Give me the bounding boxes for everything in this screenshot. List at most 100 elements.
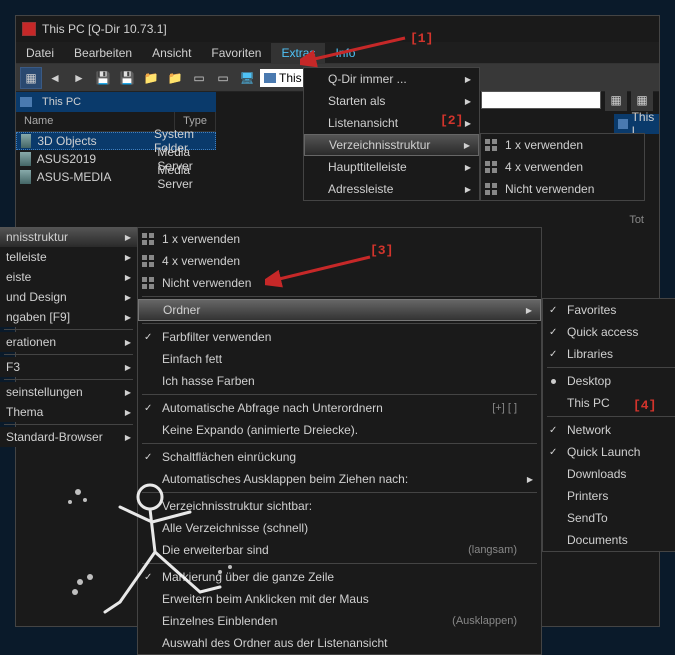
menu-erweitern-klick[interactable]: Erweitern beim Anklicken mit der Maus [138, 588, 541, 610]
chevron-right-icon: ▶ [125, 408, 131, 417]
menu-separator [4, 329, 133, 330]
menu-alle-verz[interactable]: Alle Verzeichnisse (schnell) [138, 517, 541, 539]
menu-nicht-verwenden[interactable]: Nicht verwenden [481, 178, 644, 200]
chevron-right-icon: ▶ [125, 313, 131, 322]
ls-erationen[interactable]: erationen▶ [0, 332, 137, 352]
annotation-3: [3] [370, 243, 393, 258]
radio-icon [551, 379, 556, 384]
ls-eiste[interactable]: eiste▶ [0, 267, 137, 287]
menu-ansicht[interactable]: Ansicht [142, 43, 201, 63]
tab-this-pc[interactable]: This PC [36, 94, 87, 110]
menu-adressleiste[interactable]: Adressleiste▶ [304, 178, 479, 200]
chevron-right-icon: ▶ [527, 475, 533, 484]
ls-nnisstruktur[interactable]: nnisstruktur▶ [0, 227, 137, 247]
object-icon [21, 134, 31, 148]
menu-separator [4, 354, 133, 355]
menu-verzeichnisstruktur[interactable]: Verzeichnisstruktur▶ [304, 134, 479, 156]
menu-datei[interactable]: Datei [16, 43, 64, 63]
menu-quick-launch[interactable]: ✓Quick Launch [543, 441, 675, 463]
check-icon: ✓ [144, 452, 152, 463]
menu-printers[interactable]: Printers [543, 485, 675, 507]
monitor-button[interactable]: 🖥 [236, 67, 258, 89]
menu-favorites[interactable]: ✓Favorites [543, 299, 675, 321]
menu-einzelnes[interactable]: Einzelnes Einblenden(Ausklappen) [138, 610, 541, 632]
verzeichnis-submenu: 1 x verwenden 4 x verwenden Nicht verwen… [480, 133, 645, 201]
menu-1x-verwenden-2[interactable]: 1 x verwenden [138, 228, 541, 250]
menu-desktop[interactable]: Desktop [543, 370, 675, 392]
folder2-button[interactable]: 📁 [164, 67, 186, 89]
arrow-3 [265, 252, 375, 292]
server-icon [20, 170, 31, 184]
annotation-1: [1] [410, 31, 433, 46]
disk2-button[interactable]: 💾 [116, 67, 138, 89]
chevron-right-icon: ▶ [125, 433, 131, 442]
menu-keine-expando[interactable]: Keine Expando (animierte Dreiecke). [138, 419, 541, 441]
folder-button[interactable]: 📁 [140, 67, 162, 89]
app2-button[interactable]: ▭ [212, 67, 234, 89]
combo-box[interactable] [481, 91, 601, 109]
menu-ordner[interactable]: Ordner▶ [138, 299, 541, 321]
menu-separator [4, 379, 133, 380]
grid-icon [142, 277, 154, 289]
menu-favoriten[interactable]: Favoriten [201, 43, 271, 63]
chevron-right-icon: ▶ [526, 306, 532, 315]
menu-farbfilter[interactable]: ✓Farbfilter verwenden [138, 326, 541, 348]
disk-button[interactable]: 💾 [92, 67, 114, 89]
menu-1x-verwenden[interactable]: 1 x verwenden [481, 134, 644, 156]
menu-separator [547, 367, 675, 368]
chevron-right-icon: ▶ [465, 75, 471, 84]
chevron-right-icon: ▶ [464, 141, 470, 150]
layout-button[interactable]: ▦ [20, 67, 42, 89]
pc-icon [264, 73, 276, 83]
window-title: This PC [Q-Dir 10.73.1] [42, 22, 167, 36]
menu-haupttitelleiste[interactable]: Haupttitelleiste▶ [304, 156, 479, 178]
menu-auto-abfrage[interactable]: ✓Automatische Abfrage nach Unterordnern[… [138, 397, 541, 419]
menu-network[interactable]: ✓Network [543, 419, 675, 441]
menu-libraries[interactable]: ✓Libraries [543, 343, 675, 365]
app-icon [22, 22, 36, 36]
r-btn-2[interactable]: ▦ [631, 89, 653, 111]
tab-pc-icon [20, 97, 32, 107]
menu-auswahl-ordner[interactable]: Auswahl des Ordner aus der Listenansicht [138, 632, 541, 654]
menu-documents[interactable]: Documents [543, 529, 675, 551]
col-name[interactable]: Name [16, 112, 175, 131]
ls-seinstellungen[interactable]: seinstellungen▶ [0, 382, 137, 402]
menu-separator [142, 394, 537, 395]
app-button[interactable]: ▭ [188, 67, 210, 89]
menu-downloads[interactable]: Downloads [543, 463, 675, 485]
grid-icon [142, 255, 154, 267]
menu-sendto[interactable]: SendTo [543, 507, 675, 529]
tab-strip-left: This PC [16, 92, 216, 112]
back-button[interactable]: ◄ [44, 67, 66, 89]
menu-bearbeiten[interactable]: Bearbeiten [64, 43, 142, 63]
menu-quick-access[interactable]: ✓Quick access [543, 321, 675, 343]
check-icon: ✓ [549, 425, 557, 436]
menu-markierung[interactable]: ✓Markierung über die ganze Zeile [138, 566, 541, 588]
ls-f3[interactable]: F3▶ [0, 357, 137, 377]
chevron-right-icon: ▶ [465, 119, 471, 128]
menu-starten-als[interactable]: Starten als▶ [304, 90, 479, 112]
grid-icon [485, 161, 497, 173]
file-row[interactable]: ASUS-MEDIA Media Server [16, 168, 216, 186]
menu-schaltflachen[interactable]: ✓Schaltflächen einrückung [138, 446, 541, 468]
tab-pc-icon [618, 119, 628, 129]
menu-4x-verwenden[interactable]: 4 x verwenden [481, 156, 644, 178]
server-icon [20, 152, 31, 166]
ls-browser[interactable]: Standard-Browser▶ [0, 427, 137, 447]
menu-separator [4, 424, 133, 425]
menu-separator [142, 492, 537, 493]
menu-qdir-immer[interactable]: Q-Dir immer ...▶ [304, 68, 479, 90]
ls-design[interactable]: und Design▶ [0, 287, 137, 307]
ls-thema[interactable]: Thema▶ [0, 402, 137, 422]
fwd-button[interactable]: ► [68, 67, 90, 89]
menu-auto-ausklappen[interactable]: Automatisches Ausklappen beim Ziehen nac… [138, 468, 541, 490]
r-btn-1[interactable]: ▦ [605, 89, 627, 111]
chevron-right-icon: ▶ [465, 97, 471, 106]
ls-ngaben[interactable]: ngaben [F9]▶ [0, 307, 137, 327]
ordner-submenu: ✓Favorites ✓Quick access ✓Libraries Desk… [542, 298, 675, 552]
grid-icon [485, 139, 497, 151]
ls-telleiste[interactable]: telleiste▶ [0, 247, 137, 267]
menu-einfach-fett[interactable]: Einfach fett [138, 348, 541, 370]
menu-hasse-farben[interactable]: Ich hasse Farben [138, 370, 541, 392]
menu-erweiterbar[interactable]: Die erweiterbar sind(langsam) [138, 539, 541, 561]
